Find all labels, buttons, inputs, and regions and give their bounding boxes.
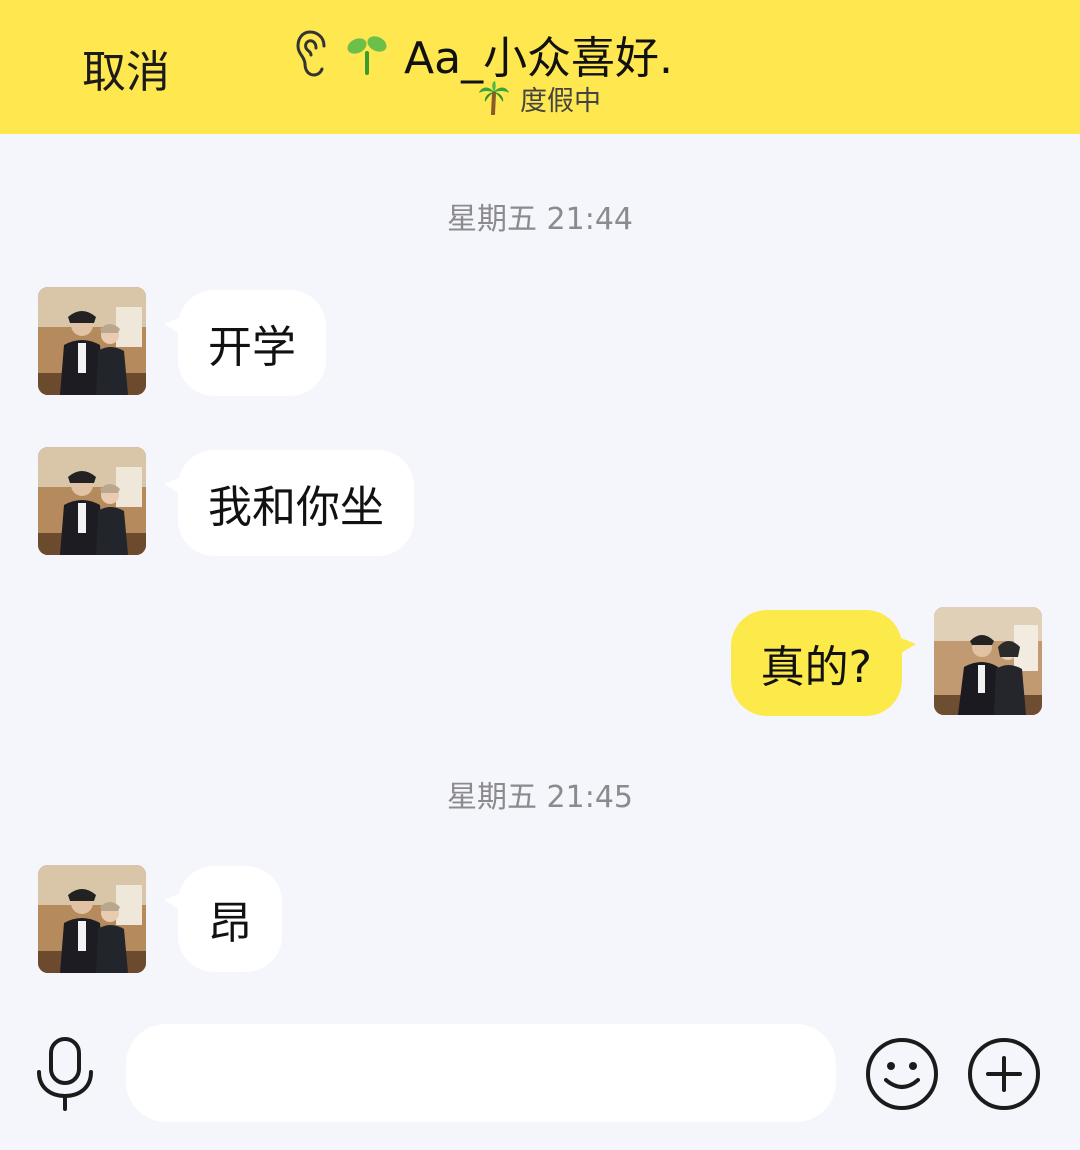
status-row: 度假中 [478, 80, 601, 117]
contact-avatar[interactable] [38, 287, 146, 395]
bubble-tail [896, 636, 916, 656]
bubble-tail [164, 316, 184, 336]
message-text: 真的? [760, 642, 872, 693]
message-bubble-incoming[interactable]: 开学 [164, 290, 326, 396]
chat-title: Aa_小众喜好. [404, 33, 674, 84]
chat-title-row[interactable]: Aa_小众喜好. [296, 26, 673, 84]
message-text: 开学 [208, 322, 296, 373]
my-avatar[interactable] [934, 607, 1042, 715]
message-text: 我和你坐 [208, 482, 384, 533]
bubble-tail [164, 892, 184, 912]
message-bubble-outgoing[interactable]: 真的? [730, 610, 916, 716]
emoji-icon[interactable] [864, 1036, 940, 1112]
contact-avatar[interactable] [38, 447, 146, 555]
ear-icon [296, 30, 326, 77]
cancel-button[interactable]: 取消 [82, 36, 170, 100]
contact-avatar[interactable] [38, 865, 146, 973]
message-bubble-incoming[interactable]: 昂 [164, 866, 282, 972]
message-text: 昂 [208, 898, 252, 949]
plus-icon[interactable] [966, 1036, 1042, 1112]
sprout-icon [347, 36, 387, 75]
chat-header: 取消 Aa_小众喜好. 度假中 [0, 0, 1080, 134]
message-input[interactable] [126, 1024, 836, 1122]
message-bubble-incoming[interactable]: 我和你坐 [164, 450, 414, 556]
timestamp: 星期五 21:44 [447, 202, 633, 237]
microphone-icon[interactable] [34, 1036, 96, 1112]
status-text: 度假中 [520, 85, 601, 117]
bubble-tail [164, 476, 184, 496]
timestamp: 星期五 21:45 [447, 780, 633, 815]
palm-tree-icon [479, 81, 509, 115]
